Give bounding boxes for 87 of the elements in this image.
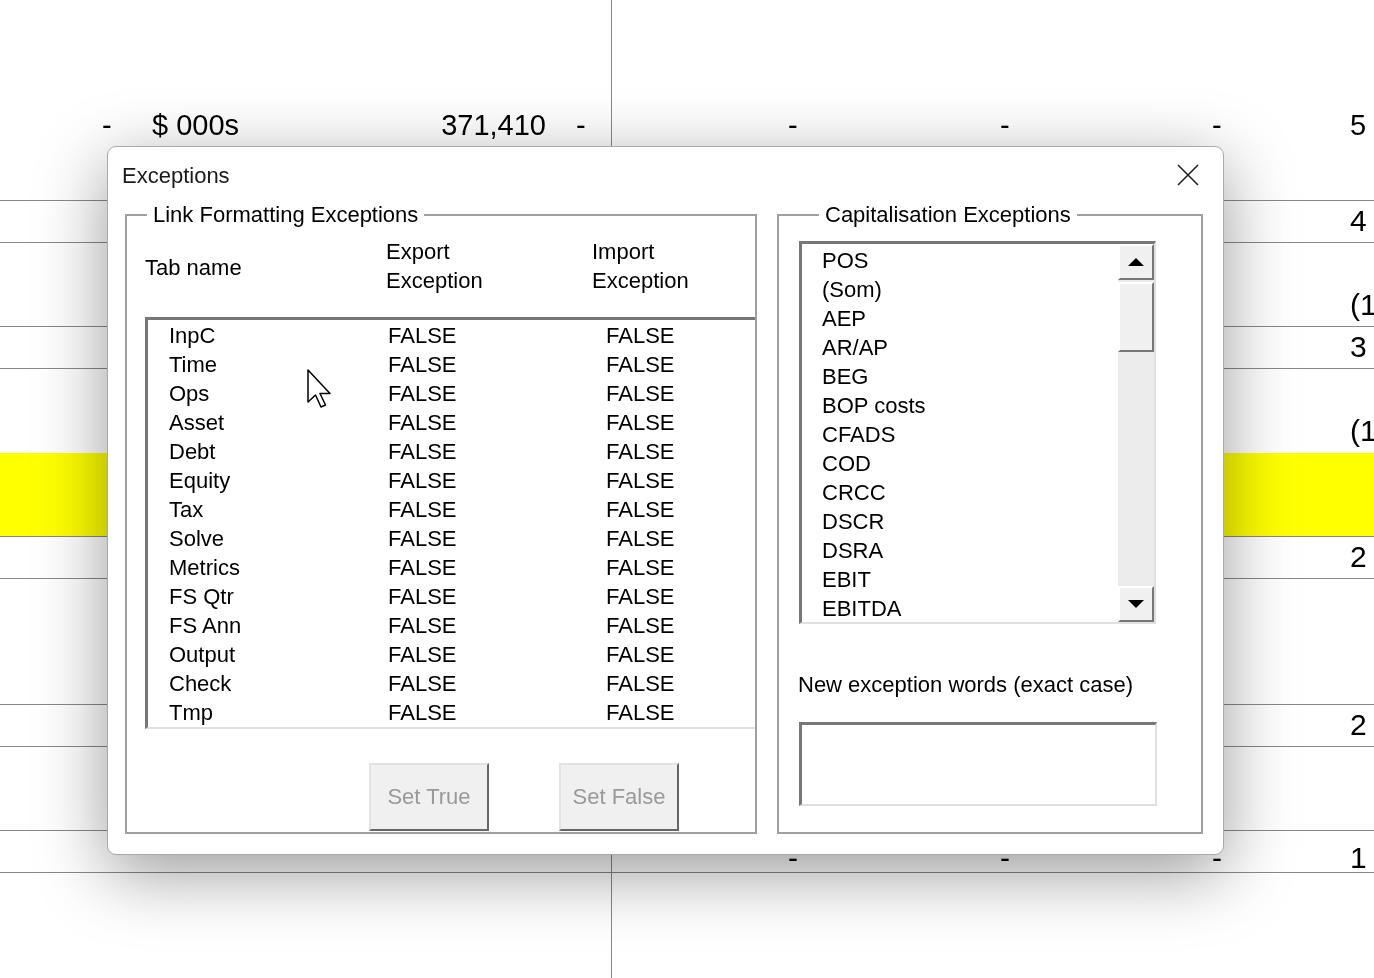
list-cell: Metrics [169,555,240,581]
sheet-cell: - [1000,108,1010,142]
close-icon[interactable] [1177,164,1199,186]
list-cell: Solve [169,526,225,552]
list-cell: FALSE [606,352,675,378]
list-cell: FALSE [388,613,457,639]
list-item[interactable]: POS [822,246,1118,275]
sheet-cell: 3 [1350,330,1367,364]
list-cell: FALSE [388,468,457,494]
sheet-cell: 5 [1350,108,1367,142]
column-header: Export Exception [386,238,483,295]
sheet-cell: - [1212,841,1222,875]
list-cell: FALSE [388,410,457,436]
scroll-up-icon[interactable] [1118,244,1154,280]
list-cell: Equity [169,468,231,494]
list-item[interactable]: CRCC [822,478,1118,507]
list-item[interactable]: BEG [822,362,1118,391]
list-cell: FALSE [388,526,457,552]
column-header: Tab name [145,254,242,282]
list-cell: FALSE [388,642,457,668]
list-item[interactable]: COD [822,449,1118,478]
list-cell: FALSE [606,410,675,436]
list-cell: FALSE [606,555,675,581]
list-cell: FALSE [606,468,675,494]
sheet-cell: - [1212,108,1222,142]
input-field[interactable] [799,722,1157,806]
sheet-cell: 2 [1350,540,1367,574]
list-item[interactable]: BOP costs [822,391,1118,420]
list-cell: FALSE [388,323,457,349]
list-cell: Tax [169,497,204,523]
sheet-cell: - [102,108,112,142]
list-item[interactable]: EBIT [822,565,1118,594]
tab-list[interactable] [145,317,755,729]
group-legend: Capitalisation Exceptions [819,203,1077,227]
scroll-down-icon[interactable] [1118,586,1154,622]
dialog-title: Exceptions [122,163,230,189]
list-cell: FALSE [388,700,457,726]
group-legend: Link Formatting Exceptions [147,203,425,227]
list-cell: FALSE [388,497,457,523]
sheet-cell: $ 000s [152,108,240,142]
list-item[interactable]: AR/AP [822,333,1118,362]
list-item[interactable]: CFADS [822,420,1118,449]
list-cell: FALSE [388,439,457,465]
list-cell: Time [169,352,218,378]
list-item[interactable]: (Som) [822,275,1118,304]
word-list[interactable]: POS (Som) AEP AR/AP BEG BOP costs CFADS COD CRCC DSCR DSRA EBIT EBITDA [799,241,1156,624]
scroll-thumb[interactable] [1118,282,1154,352]
list-cell: FALSE [388,584,457,610]
list-cell: Asset [169,410,225,436]
list-cell: FALSE [606,381,675,407]
list-cell: FALSE [606,584,675,610]
list-cell: FALSE [606,642,675,668]
sheet-cell: 371,410 [441,108,546,142]
scrollbar[interactable] [1118,244,1154,622]
sheet-cell: - [788,108,798,142]
list-cell: FALSE [388,381,457,407]
list-item[interactable]: EBITDA [822,594,1118,622]
list-cell: FALSE [606,439,675,465]
list-cell: Check [169,671,232,697]
list-item[interactable]: DSRA [822,536,1118,565]
mouse-pointer-icon [307,369,333,409]
field-label: New exception words (exact case) [798,672,1135,698]
list-item[interactable]: DSCR [822,507,1118,536]
sheet-cell: 2 [1350,708,1367,742]
list-cell: FS Ann [169,613,242,639]
sheet-cell: - [576,108,586,142]
list-cell: FALSE [606,671,675,697]
list-cell: FALSE [606,700,675,726]
list-cell: FALSE [388,555,457,581]
list-cell: FALSE [388,671,457,697]
list-cell: FALSE [606,613,675,639]
sheet-cell: 1 [1350,841,1367,875]
sheet-cell: 4 [1350,204,1367,238]
list-cell: FS Qtr [169,584,234,610]
sheet-cell: - [1000,841,1010,875]
list-cell: Output [169,642,236,668]
list-cell: FALSE [606,526,675,552]
list-cell: FALSE [606,323,675,349]
list-cell: FALSE [388,352,457,378]
list-cell: Debt [169,439,216,465]
list-cell: Tmp [169,700,213,726]
list-cell: Ops [169,381,210,407]
list-item[interactable]: AEP [822,304,1118,333]
list-cell: FALSE [606,497,675,523]
column-header: Import Exception [592,238,689,295]
sheet-cell: - [788,841,798,875]
list-cell: InpC [169,323,216,349]
